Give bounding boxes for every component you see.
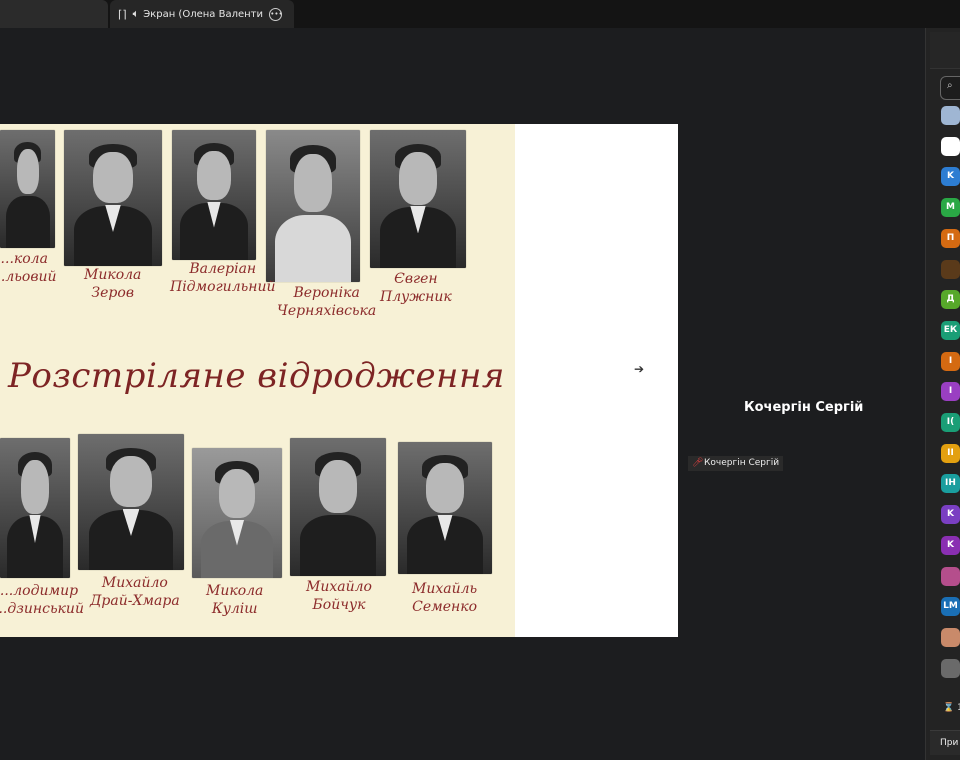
author-name: Вероніка Черняхівська xyxy=(277,285,377,319)
participant-avatar[interactable]: ЕК xyxy=(941,320,960,340)
search-icon: ⌕ xyxy=(947,80,953,91)
portrait-photo xyxy=(0,438,70,578)
participant-avatar[interactable] xyxy=(941,566,960,586)
author-name: Михайль Семенко xyxy=(412,581,478,615)
presentation-slide: ...кола ...льовий Микола Зеров Валеріан … xyxy=(0,124,678,637)
author-name: ...кола ...льовий xyxy=(0,251,57,285)
portrait-photo xyxy=(398,442,492,574)
screen-share-icon: ⌈⌉ xyxy=(118,7,127,21)
portrait-photo xyxy=(78,434,184,570)
participant-avatar[interactable]: IH xyxy=(941,474,960,494)
screen-share-tab[interactable]: ⌈⌉ 🔈︎ Экран (Олена Валентинівна ••• xyxy=(110,0,294,28)
speaker-icon: 🔈︎ xyxy=(132,7,140,20)
hourglass-icon: ⌛ xyxy=(943,703,958,713)
search-input[interactable]: ⌕ xyxy=(940,76,960,100)
participant-avatar[interactable] xyxy=(941,106,960,125)
waiting-count: ⌛ 1 xyxy=(943,703,960,713)
author-name: Микола Куліш xyxy=(206,583,264,617)
more-options-icon[interactable]: ••• xyxy=(269,7,283,21)
participant-avatar[interactable]: K xyxy=(941,167,960,187)
slide-title: Розстріляне відродження xyxy=(8,356,505,396)
participant-avatar[interactable]: M xyxy=(941,198,960,218)
top-tab-bar: ⌈⌉ 🔈︎ Экран (Олена Валентинівна ••• xyxy=(0,0,960,28)
participant-avatar[interactable]: K xyxy=(941,535,960,555)
author-name: Микола Зеров xyxy=(84,267,142,301)
tab-title: Экран (Олена Валентинівна xyxy=(143,8,263,20)
participant-avatar[interactable] xyxy=(941,259,960,279)
admit-button[interactable]: При xyxy=(930,730,960,755)
portrait-photo xyxy=(290,438,386,576)
participant-avatar[interactable]: П xyxy=(941,228,960,248)
participant-avatar[interactable]: I( xyxy=(941,413,960,432)
author-name: Євген Плужник xyxy=(380,271,452,305)
author-name: ...лодимир ...дзинський xyxy=(0,583,84,617)
previous-tab[interactable] xyxy=(0,0,108,28)
speaker-video-label: 🎤︎ Кочергін Сергій xyxy=(688,456,784,471)
author-name: Михайло Драй-Хмара xyxy=(90,575,180,609)
active-speaker-name: Кочергін Сергій xyxy=(744,400,864,415)
participant-avatar[interactable]: LM xyxy=(941,597,960,617)
portrait-photo xyxy=(192,448,282,578)
participant-avatar[interactable] xyxy=(941,658,960,678)
sidebar-header xyxy=(930,32,960,69)
portrait-photo xyxy=(172,130,256,260)
portrait-photo xyxy=(266,130,360,282)
participant-avatar[interactable]: I xyxy=(941,382,960,402)
participant-avatar[interactable]: II xyxy=(941,443,960,463)
author-name: Валеріан Підмогильний xyxy=(170,261,276,295)
arrow-right-icon: ➔ xyxy=(634,362,645,376)
portrait-photo xyxy=(370,130,466,268)
author-name: Михайло Бойчук xyxy=(306,579,372,613)
participant-avatar[interactable] xyxy=(941,627,960,647)
shared-screen-area: ...кола ...льовий Микола Зеров Валеріан … xyxy=(0,28,925,760)
participant-avatar[interactable] xyxy=(941,136,960,156)
portrait-photo xyxy=(64,130,162,266)
participant-avatar[interactable]: K xyxy=(941,505,960,525)
slide-blank-area xyxy=(515,124,678,637)
slide-content: ...кола ...льовий Микола Зеров Валеріан … xyxy=(0,124,515,637)
participant-avatar[interactable]: Д xyxy=(941,290,960,310)
mic-muted-icon: 🎤︎ xyxy=(692,458,704,468)
speaker-label-text: Кочергін Сергій xyxy=(704,458,780,468)
participant-avatar[interactable]: I xyxy=(941,351,960,371)
portrait-photo xyxy=(0,130,55,248)
